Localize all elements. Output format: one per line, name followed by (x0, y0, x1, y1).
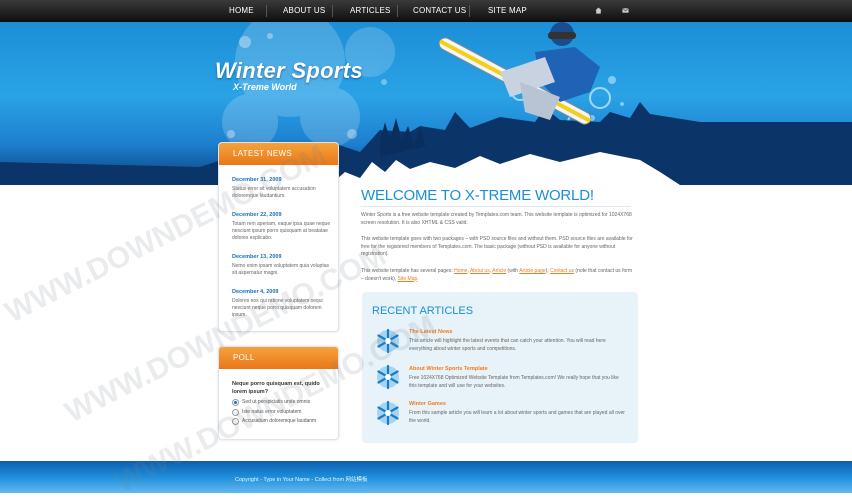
link-contact-us[interactable]: Contact us (550, 268, 574, 274)
site-logo-title[interactable]: Winter Sports (215, 58, 363, 84)
news-text: Nemo enim ipsam voluptatem quia voluptas… (232, 263, 329, 276)
news-text: Totam rem aperiam, eaque ipsa quae neque… (232, 221, 331, 241)
nav-separator (469, 5, 470, 17)
nav-articles[interactable]: ARTICLES (350, 0, 391, 22)
pages-paragraph: This website template has several pages:… (361, 268, 633, 282)
poll-option-label: Iste natus error voluptatem (242, 409, 302, 415)
radio-button[interactable] (232, 409, 239, 416)
home-icon[interactable] (595, 7, 602, 14)
packages-paragraph: This website template goes with two pack… (361, 236, 633, 257)
article-text: This article will highlight the latest e… (409, 338, 606, 352)
divider (361, 206, 631, 207)
header-artwork (0, 22, 852, 185)
poll-option-label: Accusatium doloremque laudanm (242, 418, 317, 424)
mail-icon[interactable] (622, 7, 629, 14)
news-date[interactable]: December 22, 2009 (232, 212, 282, 218)
news-date[interactable]: December 31, 2009 (232, 177, 282, 183)
welcome-heading: WELCOME TO X-TREME WORLD! (361, 187, 594, 204)
intro-paragraph: Winter Sports is a free website template… (361, 212, 632, 226)
header-banner: Winter Sports X-Treme World (0, 22, 852, 185)
link-site-map[interactable]: Site Map (398, 276, 418, 282)
nav-separator (332, 5, 333, 17)
article-text: From this sample article you will learn … (409, 410, 625, 424)
link-about-us[interactable]: About us (470, 268, 490, 274)
pages-intro-text: This website template has several pages: (361, 268, 453, 274)
footer-copyright: Copyright - Type in Your Name - Collect … (235, 477, 368, 483)
site-logo-subtitle: X-Treme World (233, 82, 297, 92)
poll-header: POLL (219, 347, 338, 369)
snowboarder-illustration (438, 22, 600, 125)
latest-news-header: LATEST NEWS (219, 143, 338, 165)
nav-separator (266, 5, 267, 17)
footer-bar (0, 461, 852, 493)
news-text: Dolores eos qui ratione voluptatem sequi… (232, 298, 323, 318)
link-article-page[interactable]: Article page (519, 268, 545, 274)
snowflake-icon (377, 364, 399, 390)
poll-title: POLL (233, 353, 255, 362)
news-date[interactable]: December 4, 2009 (232, 289, 278, 295)
nav-about-us[interactable]: ABOUT US (283, 0, 325, 22)
article-text: Free 1024X768 Optimized Website Template… (409, 375, 619, 389)
snowflake-icon (377, 328, 399, 354)
nav-home[interactable]: HOME (229, 0, 254, 22)
pages-end: . (417, 275, 419, 282)
nav-separator (397, 5, 398, 17)
article-title-link[interactable]: About Winter Sports Template (409, 366, 488, 372)
news-text: Status error sit voluptatem accusation d… (232, 186, 316, 199)
pages-with-text: (with (507, 268, 519, 274)
radio-button[interactable] (232, 418, 239, 425)
snowflake-icon (377, 400, 399, 426)
news-date[interactable]: December 13, 2009 (232, 254, 282, 260)
poll-question: Neque porro quisquam est, quido lorem ip… (232, 381, 320, 395)
recent-articles-heading: RECENT ARTICLES (372, 305, 474, 317)
article-title-link[interactable]: The Latest News (409, 329, 452, 335)
radio-button-selected[interactable] (232, 399, 239, 406)
nav-site-map[interactable]: SITE MAP (488, 0, 527, 22)
pages-paren: ) (545, 268, 548, 274)
link-home[interactable]: Home (454, 268, 467, 274)
article-title-link[interactable]: Winter Games (409, 401, 446, 407)
latest-news-title: LATEST NEWS (233, 149, 293, 158)
nav-contact-us[interactable]: CONTACT US (413, 0, 466, 22)
link-article[interactable]: Article (492, 268, 506, 274)
top-nav-bar: HOME ABOUT US ARTICLES CONTACT US SITE M… (0, 0, 852, 22)
poll-option-label: Sed ut perspiciatis unde omnis (242, 399, 311, 405)
